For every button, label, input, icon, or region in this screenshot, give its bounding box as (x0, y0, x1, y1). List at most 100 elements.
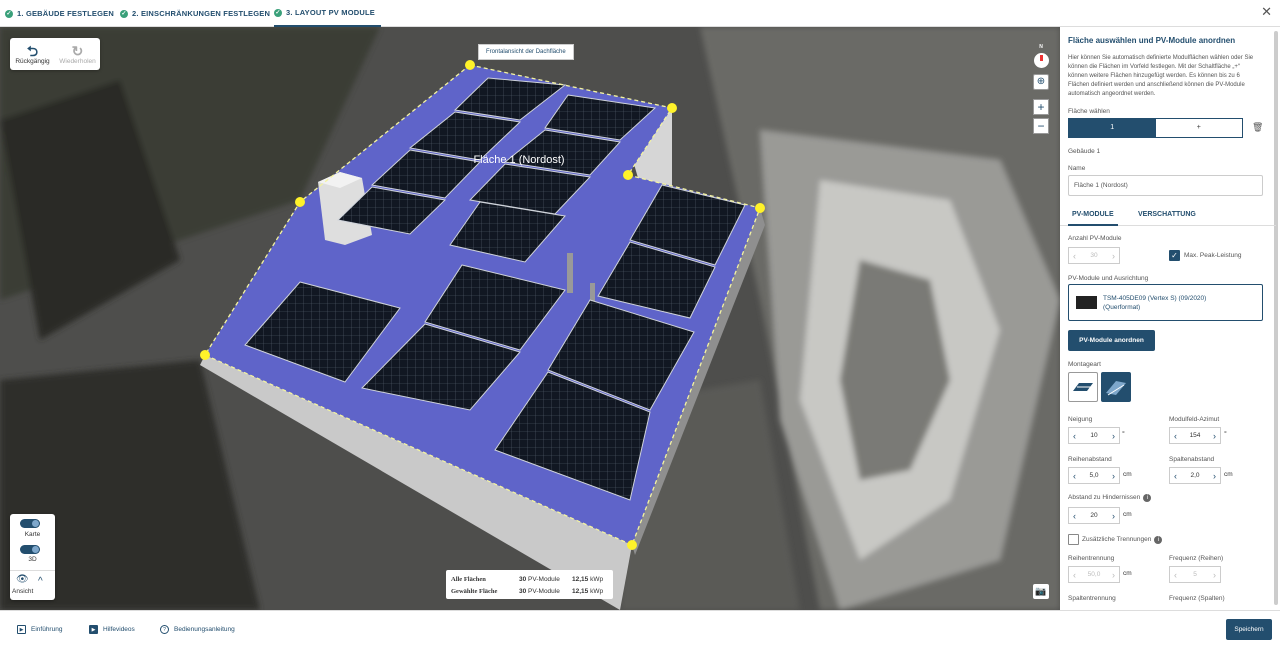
save-button[interactable]: Speichern (1226, 619, 1272, 640)
zoom-in-button[interactable]: + (1033, 99, 1049, 115)
intro-link[interactable]: ▶ Einführung (17, 625, 62, 634)
camera-icon[interactable]: 📷 (1033, 584, 1049, 599)
tilted-mount-button[interactable] (1101, 372, 1131, 402)
step-3-tab[interactable]: ✓ 3. LAYOUT PV MODULE (274, 0, 381, 27)
zusaetzliche-trennungen-checkbox[interactable] (1068, 534, 1079, 545)
azimut-unit: ° (1224, 431, 1227, 438)
reihen-unit: cm (1123, 471, 1132, 478)
check-icon: ✓ (274, 8, 282, 17)
zusaetzliche-trennungen-label: Zusätzliche Trennungen i (1082, 536, 1163, 544)
max-peak-checkbox[interactable]: ✓ (1169, 250, 1180, 261)
modules-label: PV-Module und Ausrichtung (1068, 275, 1149, 282)
flaeche-selector: 1 + (1068, 118, 1243, 138)
reihen-label: Reihenabstand (1068, 456, 1112, 463)
check-icon: ✓ (5, 9, 13, 18)
summary-label: Gewählte Fläche (451, 587, 498, 595)
ansicht-label: Ansicht (12, 588, 34, 595)
tab-pv-module[interactable]: PV-MODULE (1068, 205, 1118, 226)
flaeche-1-button[interactable]: 1 (1069, 119, 1156, 137)
summary-count: 30 PV-Module (519, 575, 560, 583)
summary-count: 30 PV-Module (519, 587, 560, 595)
step-label: 1. GEBÄUDE FESTLEGEN (17, 9, 114, 18)
panel-tabs: PV-MODULE VERSCHATTUNG (1060, 205, 1276, 226)
view-controls: Karte 3D 👁 ^ Ansicht (10, 514, 55, 600)
gebaeude-label: Gebäude 1 (1068, 148, 1101, 155)
anzahl-stepper[interactable]: ‹ 30 › (1068, 247, 1120, 264)
azimut-label: Modulfeld-Azimut (1169, 416, 1220, 423)
step-2-tab[interactable]: ✓ 2. EINSCHRÄNKUNGEN FESTLEGEN (120, 0, 270, 27)
spalten-label: Spaltenabstand (1169, 456, 1215, 463)
eye-icon[interactable]: 👁 (16, 574, 29, 585)
hindernis-stepper[interactable]: ‹ 20 › (1068, 507, 1120, 524)
undo-label: Rückgängig (15, 57, 50, 65)
azimut-stepper[interactable]: ‹ 154 › (1169, 427, 1221, 444)
footer: ▶ Einführung ▶ Hilfevideos ? Bedienungsanle… (0, 610, 1280, 648)
map-tools: N ⊕ + − (1033, 44, 1049, 134)
summary-label: Alle Flächen (451, 575, 486, 583)
compass-icon[interactable] (1033, 53, 1049, 68)
step-1-tab[interactable]: ✓ 1. GEBÄUDE FESTLEGEN (5, 0, 114, 27)
north-label: N (1039, 44, 1043, 50)
undo-button[interactable]: ⮌ Rückgängig (10, 38, 55, 70)
name-input[interactable]: Fläche 1 (Nordost) (1068, 175, 1263, 196)
undo-redo-toolbar: ⮌ Rückgängig ↻ Wiederholen (10, 38, 100, 70)
undo-icon: ⮌ (26, 42, 39, 59)
neigung-unit: ° (1122, 431, 1125, 438)
tilted-mount-icon (1106, 381, 1126, 396)
map-3d-view[interactable]: Fläche 1 (Nordost) (0, 27, 1060, 610)
info-icon[interactable]: i (1154, 536, 1163, 544)
panel-scrollbar[interactable] (1274, 31, 1278, 605)
reihentrennung-unit: cm (1123, 570, 1132, 577)
neigung-stepper[interactable]: ‹ 10 › (1068, 427, 1120, 444)
module-summary: Alle Flächen 30 PV-Module 12,15 kWp Gewä… (446, 570, 613, 599)
montage-label: Montageart (1068, 361, 1101, 368)
flat-mount-button[interactable] (1068, 372, 1098, 402)
step-label: 3. LAYOUT PV MODULE (286, 8, 375, 17)
spalten-unit: cm (1224, 471, 1233, 478)
reihen-stepper[interactable]: ‹ 5,0 › (1068, 467, 1120, 484)
hindernis-unit: cm (1123, 511, 1132, 518)
freq-spalten-label: Frequenz (Spalten) (1169, 595, 1225, 602)
help-icon: ? (160, 625, 169, 634)
trash-icon[interactable]: 🗑 (1252, 122, 1263, 133)
manual-link[interactable]: ? Bedienungsanleitung (160, 625, 235, 634)
name-label: Name (1068, 165, 1086, 172)
neigung-label: Neigung (1068, 416, 1093, 423)
flaeche-label: Fläche wählen (1068, 108, 1110, 115)
videos-link[interactable]: ▶ Hilfevideos (89, 625, 135, 634)
redo-label: Wiederholen (59, 57, 96, 65)
tab-verschattung[interactable]: VERSCHATTUNG (1138, 205, 1196, 226)
spaltentrennung-label: Spaltentrennung (1068, 595, 1116, 602)
zoom-out-button[interactable]: − (1033, 118, 1049, 134)
anzahl-label: Anzahl PV-Module (1068, 235, 1122, 242)
roof-area-label: Fläche 1 (Nordost) (473, 154, 564, 166)
freq-reihen-stepper[interactable]: ‹ 5 › (1169, 566, 1221, 583)
flat-mount-icon (1073, 383, 1093, 391)
redo-icon: ↻ (71, 42, 84, 59)
freq-reihen-label: Frequenz (Reihen) (1169, 555, 1224, 562)
karte-toggle[interactable] (20, 519, 40, 528)
redo-button[interactable]: ↻ Wiederholen (55, 38, 100, 70)
add-flaeche-button[interactable]: + (1156, 119, 1243, 137)
close-icon[interactable]: ✕ (1261, 4, 1272, 20)
panel-title: Fläche auswählen und PV-Module anordnen (1068, 36, 1236, 45)
3d-label: 3D (28, 556, 37, 563)
summary-row: Gewählte Fläche 30 PV-Module 12,15 kWp (451, 585, 608, 597)
summary-kwp: 12,15 kWp (572, 587, 604, 595)
play-icon: ▶ (17, 625, 26, 634)
chevron-up-icon[interactable]: ^ (38, 576, 43, 587)
karte-label: Karte (24, 531, 41, 538)
module-selector[interactable]: TSM-405DE09 (Vertex S) (09/2020) (Querfor… (1068, 284, 1263, 321)
summary-kwp: 12,15 kWp (572, 575, 604, 583)
front-view-tooltip[interactable]: Frontalansicht der Dachfläche (478, 44, 574, 60)
info-icon[interactable]: i (1143, 494, 1152, 502)
3d-toggle[interactable] (20, 545, 40, 554)
roof-scene: Fläche 1 (Nordost) (0, 27, 1060, 610)
module-text: TSM-405DE09 (Vertex S) (09/2020) (Querfor… (1103, 295, 1207, 311)
arrange-modules-button[interactable]: PV-Module anordnen (1068, 330, 1155, 351)
spalten-stepper[interactable]: ‹ 2,0 › (1169, 467, 1221, 484)
locate-icon[interactable]: ⊕ (1033, 74, 1049, 90)
reihentrennung-stepper[interactable]: ‹ 50,0 › (1068, 566, 1120, 583)
step-label: 2. EINSCHRÄNKUNGEN FESTLEGEN (132, 9, 271, 18)
vent-pipe (567, 253, 573, 293)
